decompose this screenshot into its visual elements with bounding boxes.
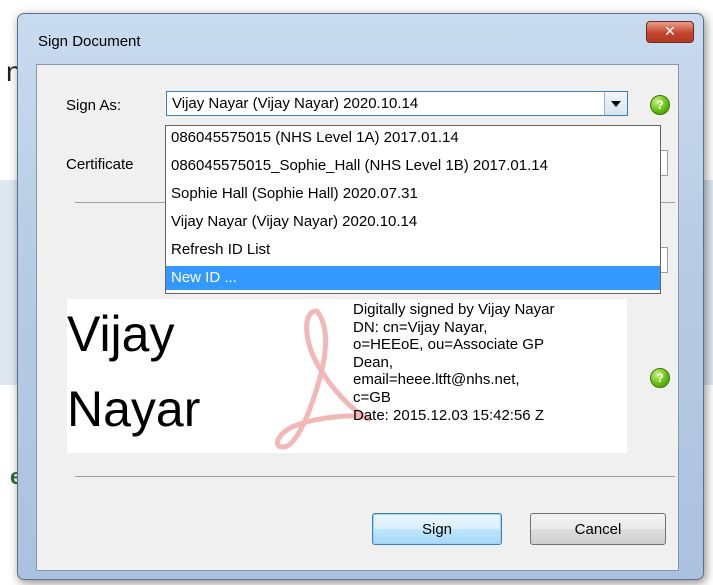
signature-detail-line: o=HEEoE, ou=Associate GP xyxy=(353,336,544,354)
dropdown-option-refresh[interactable]: Refresh ID List xyxy=(166,238,660,262)
close-button[interactable]: ✕ xyxy=(646,21,694,43)
signature-appearance-preview: Vijay Nayar Digitally signed by Vijay Na… xyxy=(67,299,627,453)
signature-detail-line: email=heee.ltft@nhs.net, xyxy=(353,371,520,389)
chevron-down-icon[interactable] xyxy=(604,92,627,115)
signature-detail-line: Date: 2015.12.03 15:42:56 Z xyxy=(353,406,544,424)
signature-detail-line: Digitally signed by Vijay Nayar xyxy=(353,301,555,318)
certificate-label: Certificate xyxy=(66,156,134,173)
signature-details: Digitally signed by Vijay Nayar DN: cn=V… xyxy=(353,301,628,424)
signature-detail-line: c=GB xyxy=(353,388,391,406)
dropdown-option[interactable]: Vijay Nayar (Vijay Nayar) 2020.10.14 xyxy=(166,210,660,234)
dropdown-option[interactable]: 086045575015_Sophie_Hall (NHS Level 1B) … xyxy=(166,154,660,178)
help-icon[interactable]: ? xyxy=(650,95,670,115)
sign-as-dropdown-list: 086045575015 (NHS Level 1A) 2017.01.14 0… xyxy=(165,125,661,294)
sign-as-label: Sign As: xyxy=(66,97,122,114)
close-icon: ✕ xyxy=(664,24,676,40)
sign-as-select[interactable]: Vijay Nayar (Vijay Nayar) 2020.10.14 xyxy=(166,91,628,116)
dropdown-option[interactable]: Sophie Hall (Sophie Hall) 2020.07.31 xyxy=(166,182,660,206)
dropdown-option[interactable]: 086045575015 (NHS Level 1A) 2017.01.14 xyxy=(166,126,660,150)
signature-detail-line: DN: cn=Vijay Nayar, xyxy=(353,318,488,336)
dropdown-option-new-id[interactable]: New ID ... xyxy=(166,266,660,290)
signature-detail-line: Dean, xyxy=(353,353,394,371)
signature-name-line-2: Nayar xyxy=(67,381,201,437)
dialog-title: Sign Document xyxy=(38,33,141,50)
separator xyxy=(75,476,675,477)
cancel-button[interactable]: Cancel xyxy=(530,513,666,545)
sign-button[interactable]: Sign xyxy=(372,513,502,545)
sign-as-value: Vijay Nayar (Vijay Nayar) 2020.10.14 xyxy=(172,95,419,112)
signature-name-line-1: Vijay xyxy=(67,306,175,362)
help-icon[interactable]: ? xyxy=(650,368,670,388)
